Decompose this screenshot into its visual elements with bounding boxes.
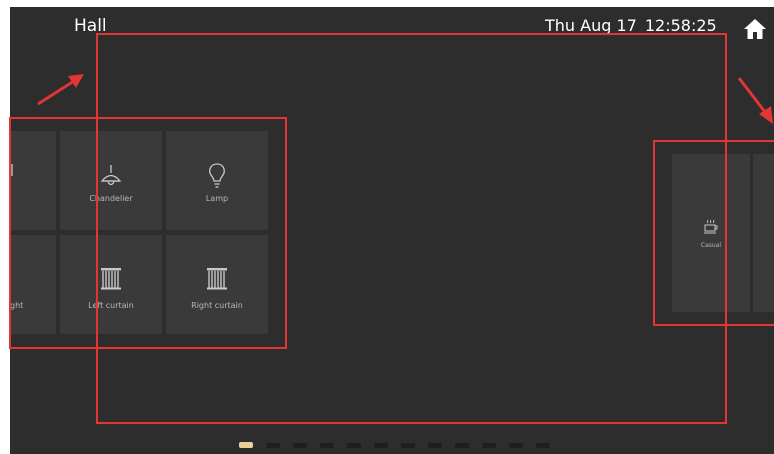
- pager-dot[interactable]: [482, 442, 496, 448]
- pager-dot[interactable]: [536, 442, 550, 448]
- pager-dot[interactable]: [509, 442, 523, 448]
- arrow-up-right-icon: [37, 74, 84, 106]
- pager-dot[interactable]: [374, 442, 388, 448]
- page-indicator: [239, 442, 550, 448]
- pager-dot[interactable]: [293, 442, 307, 448]
- arrow-down-right-icon: [737, 77, 773, 124]
- pager-dot[interactable]: [320, 442, 334, 448]
- pager-dot[interactable]: [266, 442, 280, 448]
- annotation-box-scenes: [653, 140, 774, 326]
- pager-dot[interactable]: [347, 442, 361, 448]
- pager-dot-active[interactable]: [239, 442, 253, 448]
- home-icon[interactable]: [743, 17, 767, 41]
- pager-dot[interactable]: [428, 442, 442, 448]
- pager-dot[interactable]: [455, 442, 469, 448]
- annotation-box-devices: [9, 117, 287, 349]
- pager-dot[interactable]: [401, 442, 415, 448]
